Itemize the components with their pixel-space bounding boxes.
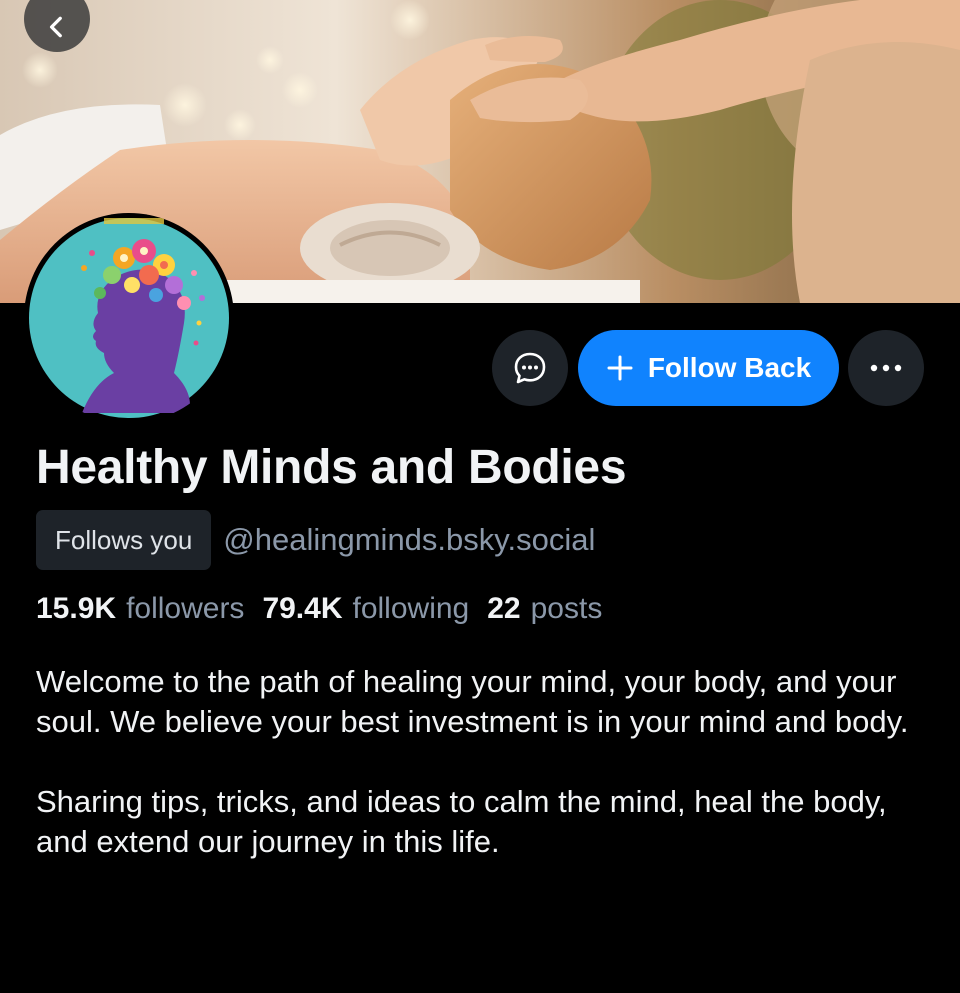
ellipsis-icon — [870, 364, 902, 372]
following-label: following — [352, 592, 470, 625]
user-handle: @healingminds.bsky.social — [223, 522, 596, 557]
following-stat[interactable]: 79.4K following — [262, 592, 469, 626]
chat-bubble-icon — [514, 352, 546, 384]
plus-icon — [607, 355, 633, 381]
handle-row: Follows you @healingminds.bsky.social — [36, 510, 595, 570]
display-name: Healthy Minds and Bodies — [36, 441, 627, 494]
chevron-left-icon — [49, 16, 62, 38]
followers-label: followers — [126, 592, 245, 625]
profile-bio: Welcome to the path of healing your mind… — [36, 662, 936, 862]
avatar[interactable] — [24, 213, 234, 423]
profile-stats: 15.9K followers 79.4K following 22 posts — [36, 592, 602, 626]
follows-you-badge: Follows you — [36, 510, 212, 570]
posts-stat: 22 posts — [487, 592, 602, 626]
follow-back-label: Follow Back — [647, 352, 812, 383]
followers-count: 15.9K — [36, 592, 117, 625]
posts-label: posts — [530, 592, 603, 625]
message-button[interactable] — [492, 330, 568, 406]
more-options-button[interactable] — [848, 330, 924, 406]
following-count: 79.4K — [262, 592, 343, 625]
follow-back-button[interactable]: Follow Back — [578, 330, 839, 406]
followers-stat[interactable]: 15.9K followers — [36, 592, 244, 626]
bio-paragraph: Welcome to the path of healing your mind… — [36, 664, 909, 739]
bio-paragraph: Sharing tips, tricks, and ideas to calm … — [36, 784, 887, 859]
posts-count: 22 — [487, 592, 521, 625]
avatar-image — [29, 218, 229, 418]
